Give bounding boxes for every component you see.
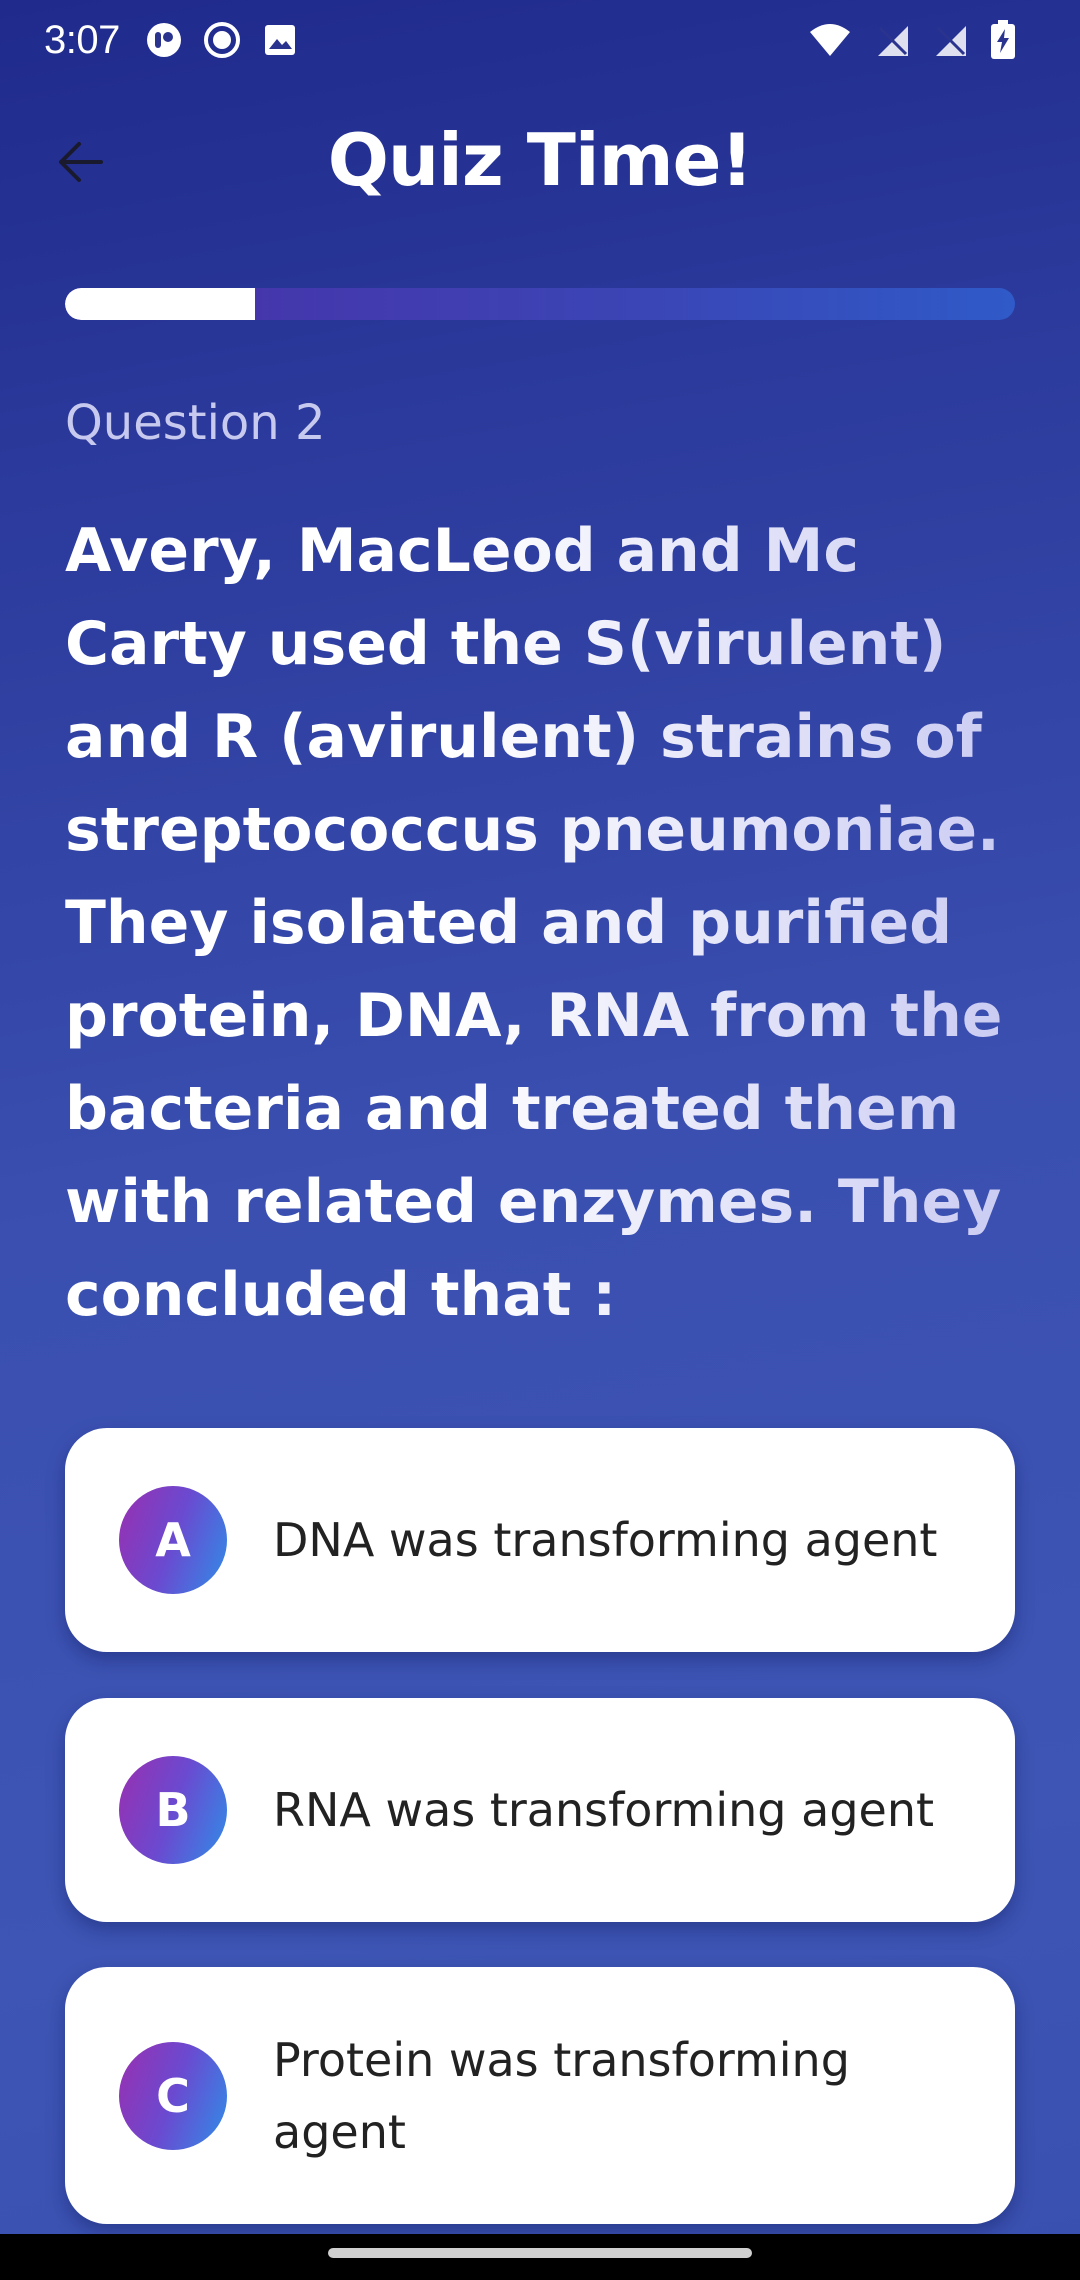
page-title: Quiz Time! [327, 118, 754, 202]
home-gesture-handle[interactable] [328, 2248, 752, 2258]
option-c-card[interactable]: C Protein was transforming agent [65, 1967, 1015, 2224]
option-b-text: RNA was transforming agent [273, 1783, 935, 1837]
status-bar: 3:07 [0, 0, 1080, 80]
quiz-progress-bar [65, 288, 1015, 320]
circle-record-icon [203, 22, 240, 58]
app-header: Quiz Time! [0, 110, 1080, 210]
option-a-card[interactable]: A DNA was transforming agent [65, 1428, 1015, 1652]
arrow-left-icon [59, 142, 103, 182]
option-b-card[interactable]: B RNA was transforming agent [65, 1698, 1015, 1922]
status-time: 3:07 [44, 17, 120, 62]
battery-charging-icon [991, 20, 1015, 59]
option-a-text: DNA was transforming agent [273, 1513, 938, 1567]
wifi-icon [810, 24, 850, 56]
signal-off-icon [936, 26, 966, 56]
option-b-badge: B [119, 1756, 227, 1864]
option-c-badge: C [119, 2041, 227, 2150]
system-nav-bar [0, 2234, 1080, 2280]
app-notification-icon [146, 23, 181, 57]
question-number: Question 2 [65, 395, 326, 451]
question-text: Avery, MacLeod and Mc Carty used the S(v… [65, 505, 1025, 1342]
option-a-badge: A [119, 1486, 227, 1594]
signal-off-icon [878, 26, 908, 56]
quiz-progress-fill [65, 288, 255, 320]
option-c-text: Protein was transforming agent [273, 2032, 850, 2159]
back-button[interactable] [50, 132, 110, 192]
image-icon [264, 25, 295, 55]
